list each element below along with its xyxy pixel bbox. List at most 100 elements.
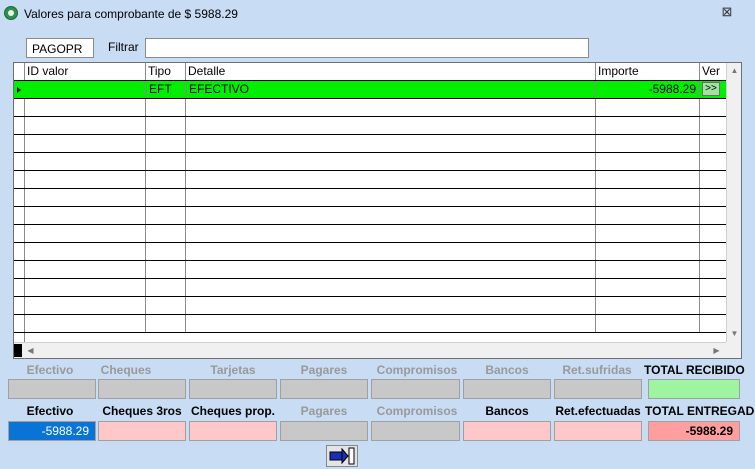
empty-cell[interactable]: [700, 117, 726, 134]
empty-cell[interactable]: [146, 297, 186, 314]
view-detail-button[interactable]: >>: [702, 82, 720, 96]
empty-cell[interactable]: [596, 153, 700, 170]
empty-cell[interactable]: [186, 243, 596, 260]
empty-cell[interactable]: [25, 135, 146, 152]
empty-cell[interactable]: [146, 153, 186, 170]
scroll-down-icon[interactable]: ▼: [727, 326, 742, 341]
empty-cell[interactable]: [186, 153, 596, 170]
empty-cell[interactable]: [596, 297, 700, 314]
empty-cell[interactable]: [596, 135, 700, 152]
empty-cell[interactable]: [186, 279, 596, 296]
empty-cell[interactable]: [146, 135, 186, 152]
empty-cell[interactable]: [186, 99, 596, 116]
empty-cell[interactable]: [700, 243, 726, 260]
col-header-id[interactable]: ID valor: [25, 63, 146, 80]
cell-detalle[interactable]: EFECTIVO: [186, 81, 596, 98]
empty-row[interactable]: [14, 135, 726, 153]
horizontal-scrollbar[interactable]: ◀ ▶: [14, 342, 726, 358]
empty-cell[interactable]: [146, 171, 186, 188]
empty-row[interactable]: [14, 171, 726, 189]
empty-cell[interactable]: [596, 243, 700, 260]
empty-cell[interactable]: [596, 279, 700, 296]
empty-cell[interactable]: [186, 117, 596, 134]
empty-cell[interactable]: [146, 279, 186, 296]
empty-cell[interactable]: [596, 171, 700, 188]
empty-row[interactable]: [14, 315, 726, 333]
empty-cell[interactable]: [25, 99, 146, 116]
empty-cell[interactable]: [700, 207, 726, 224]
empty-row[interactable]: [14, 117, 726, 135]
empty-cell[interactable]: [596, 261, 700, 278]
empty-row[interactable]: [14, 189, 726, 207]
empty-cell[interactable]: [25, 243, 146, 260]
empty-cell[interactable]: [146, 261, 186, 278]
empty-cell[interactable]: [186, 135, 596, 152]
empty-cell[interactable]: [596, 315, 700, 332]
scroll-left-icon[interactable]: ◀: [23, 343, 38, 358]
empty-row[interactable]: [14, 207, 726, 225]
col-header-importe[interactable]: Importe: [596, 63, 700, 80]
empty-cell[interactable]: [596, 99, 700, 116]
empty-row[interactable]: [14, 279, 726, 297]
col-header-detalle[interactable]: Detalle: [186, 63, 596, 80]
empty-cell[interactable]: [25, 225, 146, 242]
empty-cell[interactable]: [25, 261, 146, 278]
empty-row[interactable]: [14, 225, 726, 243]
empty-cell[interactable]: [596, 225, 700, 242]
col-header-ver[interactable]: Ver: [700, 63, 726, 80]
entregado-cheques-terceros-field[interactable]: [98, 421, 186, 441]
empty-row[interactable]: [14, 99, 726, 117]
empty-cell[interactable]: [700, 261, 726, 278]
scroll-thumb[interactable]: [14, 344, 22, 357]
empty-cell[interactable]: [25, 297, 146, 314]
cell-tipo[interactable]: EFT: [146, 81, 186, 98]
empty-cell[interactable]: [25, 117, 146, 134]
empty-cell[interactable]: [25, 279, 146, 296]
scroll-up-icon[interactable]: ▲: [727, 63, 742, 78]
empty-cell[interactable]: [25, 171, 146, 188]
col-header-tipo[interactable]: Tipo: [146, 63, 186, 80]
entregado-retenciones-field[interactable]: [554, 421, 642, 441]
empty-cell[interactable]: [700, 189, 726, 206]
cell-id[interactable]: [25, 81, 146, 98]
empty-cell[interactable]: [700, 279, 726, 296]
close-button[interactable]: ⊠: [716, 4, 738, 20]
empty-cell[interactable]: [596, 117, 700, 134]
entregado-efectivo-field[interactable]: -5988.29: [8, 421, 96, 441]
empty-cell[interactable]: [146, 225, 186, 242]
empty-row[interactable]: [14, 243, 726, 261]
empty-cell[interactable]: [146, 315, 186, 332]
empty-row[interactable]: [14, 297, 726, 315]
empty-cell[interactable]: [186, 171, 596, 188]
vertical-scrollbar[interactable]: ▲ ▼: [726, 63, 741, 342]
empty-cell[interactable]: [146, 99, 186, 116]
empty-cell[interactable]: [25, 207, 146, 224]
empty-cell[interactable]: [146, 189, 186, 206]
empty-cell[interactable]: [700, 171, 726, 188]
empty-row[interactable]: [14, 261, 726, 279]
empty-cell[interactable]: [596, 189, 700, 206]
empty-cell[interactable]: [596, 207, 700, 224]
empty-cell[interactable]: [700, 135, 726, 152]
empty-row[interactable]: [14, 153, 726, 171]
empty-cell[interactable]: [186, 297, 596, 314]
cell-importe[interactable]: -5988.29: [596, 81, 700, 98]
empty-cell[interactable]: [186, 261, 596, 278]
empty-cell[interactable]: [25, 153, 146, 170]
empty-cell[interactable]: [700, 99, 726, 116]
empty-cell[interactable]: [146, 117, 186, 134]
entregado-cheques-propios-field[interactable]: [189, 421, 277, 441]
empty-cell[interactable]: [146, 243, 186, 260]
empty-cell[interactable]: [186, 315, 596, 332]
empty-cell[interactable]: [186, 189, 596, 206]
empty-cell[interactable]: [700, 153, 726, 170]
empty-cell[interactable]: [25, 189, 146, 206]
empty-cell[interactable]: [700, 315, 726, 332]
empty-cell[interactable]: [700, 225, 726, 242]
exit-button[interactable]: [326, 445, 358, 467]
empty-cell[interactable]: [186, 207, 596, 224]
empty-cell[interactable]: [186, 225, 596, 242]
scroll-right-icon[interactable]: ▶: [709, 343, 724, 358]
empty-cell[interactable]: [25, 315, 146, 332]
empty-cell[interactable]: [700, 297, 726, 314]
